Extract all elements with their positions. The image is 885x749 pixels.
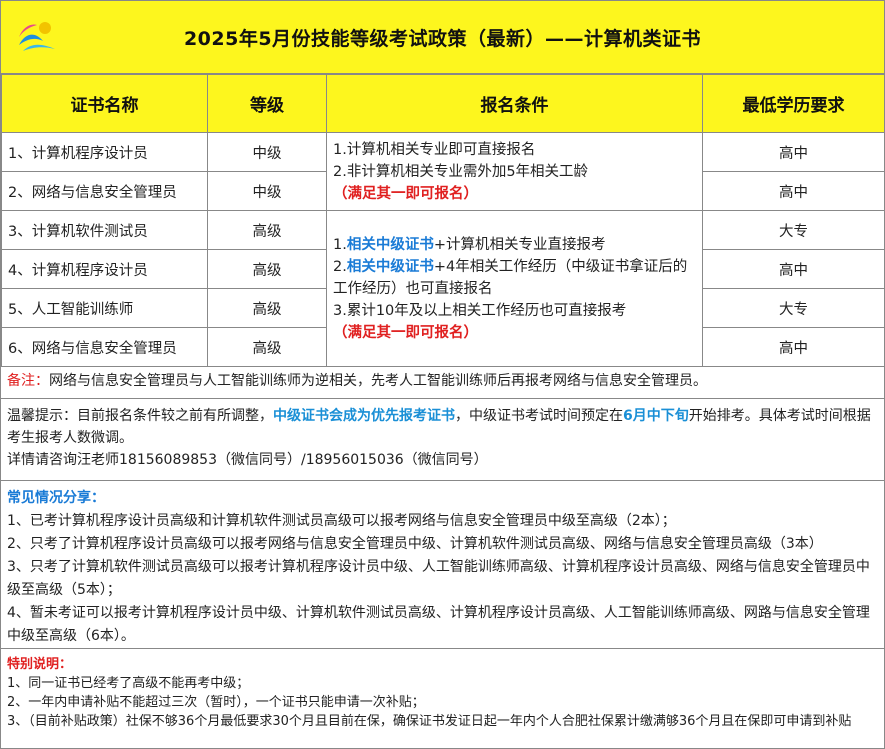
tip-part: ，中级证书考试时间预定在: [455, 408, 623, 424]
remark-label: 备注：: [7, 373, 49, 389]
tip-text: 温馨提示：目前报名条件较之前有所调整，中级证书会成为优先报考证书，中级证书考试时…: [7, 405, 879, 449]
condition-prefix: 2.: [333, 258, 347, 275]
condition-highlight: 相关中级证书: [346, 236, 434, 253]
special-block: 特别说明： 1、同一证书已经考了高级不能再考中级； 2、一年内申请补贴不能超过三…: [7, 655, 879, 731]
cert-name: 2、网络与信息安全管理员: [1, 171, 208, 211]
cert-level: 中级: [207, 132, 327, 172]
cert-level: 高级: [207, 288, 327, 328]
special-heading: 特别说明：: [7, 657, 73, 672]
condition-note: （满足其一即可报名）: [333, 185, 478, 202]
header-level: 等级: [207, 74, 327, 133]
condition-prefix: 1.: [333, 236, 347, 253]
list-item: 4、暂未考证可以报考计算机程序设计员中级、计算机软件测试员高级、计算机程序设计员…: [7, 605, 870, 644]
list-item: 2、只考了计算机程序设计员高级可以报考网络与信息安全管理员中级、计算机软件测试员…: [7, 536, 823, 552]
list-item: 1、同一证书已经考了高级不能再考中级；: [7, 676, 250, 691]
table-header-row: 证书名称 等级 报名条件 最低学历要求: [1, 74, 885, 133]
cert-level: 高级: [207, 249, 327, 289]
cert-edu: 大专: [702, 210, 885, 250]
tip-highlight: 6月中下旬: [623, 408, 689, 424]
share-block: 常见情况分享： 1、已考计算机程序设计员高级和计算机软件测试员高级可以报考网络与…: [7, 487, 879, 648]
tip-highlight: 中级证书会成为优先报考证书: [273, 408, 455, 424]
condition-highlight: 相关中级证书: [346, 258, 434, 275]
cert-name: 4、计算机程序设计员: [1, 249, 208, 289]
cert-level: 中级: [207, 171, 327, 211]
wave-sun-logo-icon: [19, 22, 55, 51]
table-row: 3、计算机软件测试员 高级 1.相关中级证书+计算机相关专业直接报考 2.相关中…: [1, 210, 885, 367]
condition-high: 1.相关中级证书+计算机相关专业直接报考 2.相关中级证书+4年相关工作经历（中…: [326, 210, 703, 367]
condition-line: 1.计算机相关专业即可直接报名: [333, 141, 536, 158]
list-item: 2、一年内申请补贴不能超过三次（暂时），一个证书只能申请一次补贴；: [7, 695, 425, 710]
divider: [1, 480, 884, 481]
remark: 备注：网络与信息安全管理员与人工智能训练师为逆相关，先考人工智能训练师后再报考网…: [7, 370, 879, 392]
header-cert-name: 证书名称: [1, 74, 208, 133]
condition-line: 2.相关中级证书+4年相关工作经历（中级证书拿证后的工作经历）也可直接报名: [333, 256, 696, 300]
list-item: 3、（目前补贴政策）社保不够36个月最低要求30个月且目前在保，确保证书发证日起…: [7, 714, 852, 729]
cert-edu: 高中: [702, 249, 885, 289]
list-item: 3、只考了计算机软件测试员高级可以报考计算机程序设计员中级、人工智能训练师高级、…: [7, 559, 870, 598]
cert-level: 高级: [207, 327, 327, 367]
cert-name: 5、人工智能训练师: [1, 288, 208, 328]
condition-text: +计算机相关专业直接报考: [433, 236, 606, 253]
cert-edu: 高中: [702, 171, 885, 211]
condition-mid: 1.计算机相关专业即可直接报名 2.非计算机相关专业需外加5年相关工龄 （满足其…: [326, 132, 703, 211]
condition-line: 1.相关中级证书+计算机相关专业直接报考: [333, 234, 696, 256]
table-row: 1、计算机程序设计员 中级 1.计算机相关专业即可直接报名 2.非计算机相关专业…: [1, 132, 885, 211]
cert-name: 1、计算机程序设计员: [1, 132, 208, 172]
divider: [1, 648, 884, 649]
page-title: 2025年5月份技能等级考试政策（最新）——计算机类证书: [183, 27, 702, 50]
condition-note: （满足其一即可报名）: [333, 324, 478, 341]
cert-edu: 高中: [702, 327, 885, 367]
cert-name: 3、计算机软件测试员: [1, 210, 208, 250]
title-bar: 2025年5月份技能等级考试政策（最新）——计算机类证书: [1, 1, 884, 74]
cert-edu: 高中: [702, 132, 885, 172]
divider: [1, 398, 884, 399]
header-condition: 报名条件: [326, 74, 703, 133]
header-education: 最低学历要求: [702, 74, 885, 133]
policy-page: 2025年5月份技能等级考试政策（最新）——计算机类证书 证书名称 等级 报名条…: [0, 0, 885, 749]
list-item: 1、已考计算机程序设计员高级和计算机软件测试员高级可以报考网络与信息安全管理员中…: [7, 513, 676, 529]
condition-line: 2.非计算机相关专业需外加5年相关工龄: [333, 163, 589, 180]
contact-text: 详情请咨询汪老师18156089853（微信同号）/18956015036（微信…: [7, 452, 488, 468]
tip-part: 温馨提示：目前报名条件较之前有所调整，: [7, 408, 273, 424]
share-heading: 常见情况分享：: [7, 490, 105, 506]
tip-block: 温馨提示：目前报名条件较之前有所调整，中级证书会成为优先报考证书，中级证书考试时…: [7, 405, 879, 471]
cert-table: 证书名称 等级 报名条件 最低学历要求 1、计算机程序设计员 中级 1.计算机相…: [1, 74, 885, 367]
condition-line: 3.累计10年及以上相关工作经历也可直接报考: [333, 302, 627, 319]
cert-name: 6、网络与信息安全管理员: [1, 327, 208, 367]
remark-text: 网络与信息安全管理员与人工智能训练师为逆相关，先考人工智能训练师后再报考网络与信…: [49, 373, 707, 389]
cert-level: 高级: [207, 210, 327, 250]
cert-edu: 大专: [702, 288, 885, 328]
